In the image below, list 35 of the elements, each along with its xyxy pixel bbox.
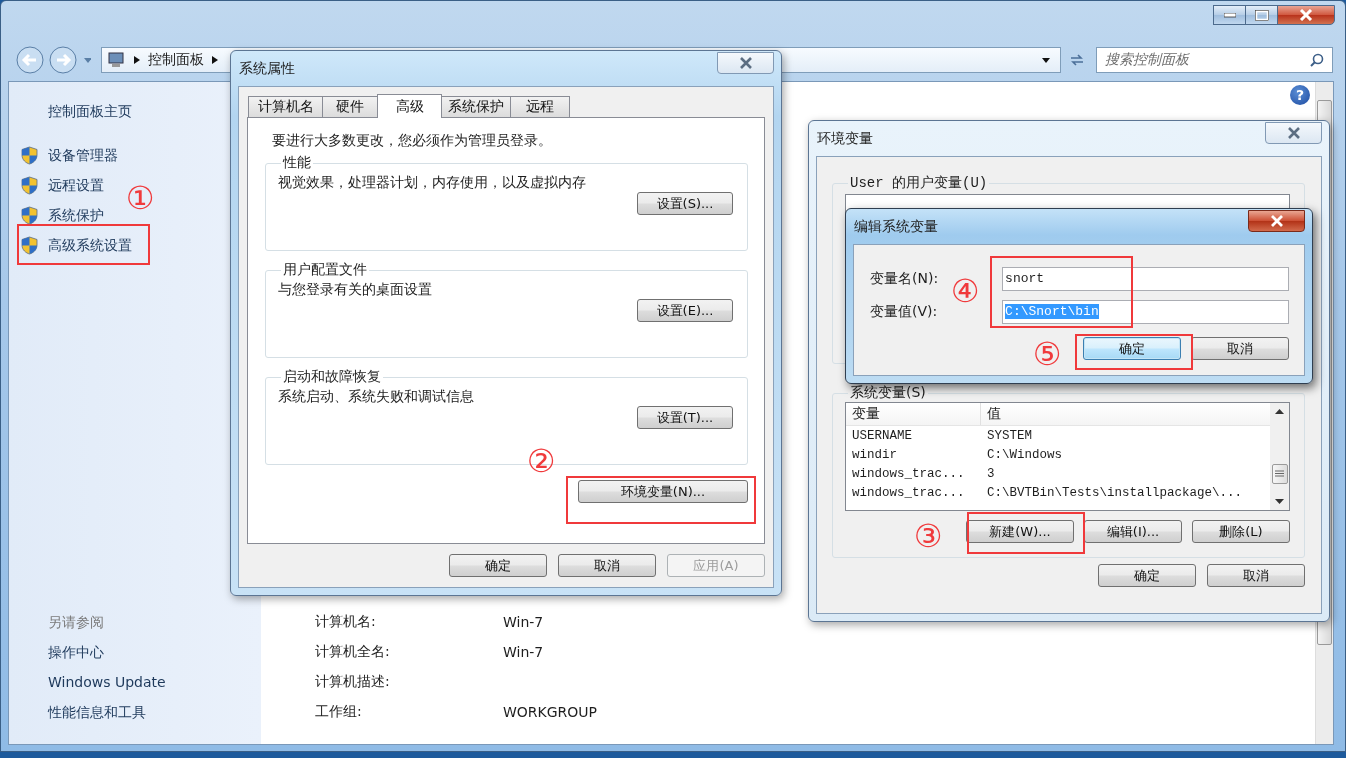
step-number: ⑤	[1031, 335, 1063, 373]
table-cell-text: C:\Windows	[986, 447, 1063, 462]
field-label: 变量名(N):	[870, 270, 940, 288]
notice-text: 要进行大多数更改，您必须作为管理员登录。	[271, 131, 553, 150]
group-description: 视觉效果，处理器计划，内存使用，以及虚拟内存	[278, 173, 587, 192]
step-number: ④	[949, 272, 981, 310]
info-label: 工作组:	[315, 703, 363, 721]
dialog-title: 系统属性	[239, 60, 295, 78]
table-cell-text: windows_trac...	[851, 485, 966, 500]
group-description: 系统启动、系统失败和调试信息	[278, 387, 475, 406]
group-description: 与您登录有关的桌面设置	[278, 280, 433, 299]
section-heading: 另请参阅	[48, 613, 105, 632]
table-cell-text: SYSTEM	[986, 428, 1033, 443]
dialog-title: 编辑系统变量	[854, 218, 938, 236]
table-cell-text: USERNAME	[851, 428, 913, 443]
step-number: ②	[525, 442, 557, 480]
table-cell-text: 3	[986, 466, 996, 481]
info-label: 计算机名:	[315, 613, 377, 631]
group-title: 性能	[281, 154, 312, 172]
step-number: ①	[124, 179, 156, 217]
dialog-title: 环境变量	[817, 130, 873, 148]
group-title: 启动和故障恢复	[282, 368, 382, 386]
info-value: WORKGROUP	[503, 704, 598, 720]
info-label: 计算机描述:	[315, 673, 391, 691]
group-title: 用户配置文件	[282, 261, 368, 279]
field-label: 变量值(V):	[870, 303, 939, 321]
info-value: Win-7	[503, 614, 544, 630]
info-label: 计算机全名:	[315, 643, 391, 661]
table-cell-text: windir	[851, 447, 898, 462]
group-title: User 的用户变量(U)	[849, 174, 989, 192]
info-value: Win-7	[503, 644, 544, 660]
table-cell-text: windows_trac...	[851, 466, 966, 481]
step-number: ③	[912, 517, 944, 555]
table-cell-text: C:\BVTBin\Tests\installpackage\...	[986, 485, 1244, 500]
group-title: 系统变量(S)	[849, 384, 927, 402]
